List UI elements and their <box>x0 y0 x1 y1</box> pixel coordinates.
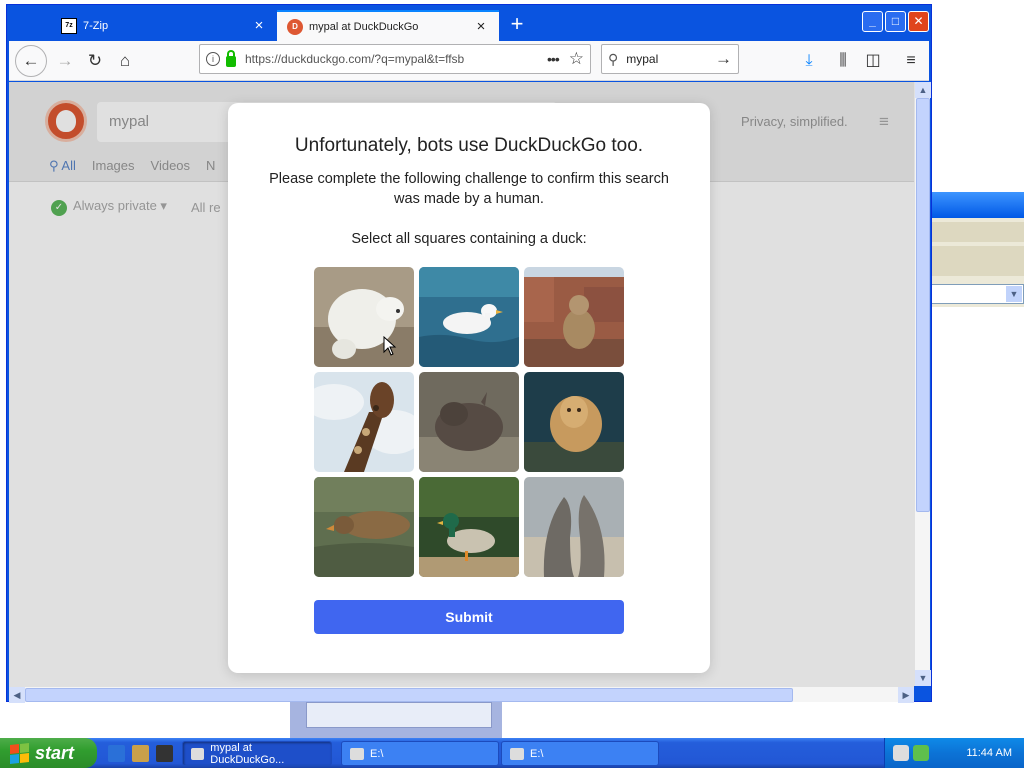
vertical-scrollbar[interactable]: ▲ ▼ <box>914 82 931 686</box>
mouse-cursor-icon <box>383 336 397 356</box>
captcha-image-grid <box>314 267 624 577</box>
captcha-image-white-duck[interactable] <box>419 267 519 367</box>
media-quicklaunch-icon[interactable] <box>156 745 173 762</box>
maximize-button[interactable]: □ <box>885 11 906 32</box>
tab-label: mypal at DuckDuckGo <box>309 20 419 33</box>
browser-icon <box>191 747 205 760</box>
scroll-thumb[interactable] <box>916 98 930 512</box>
minimize-button[interactable]: _ <box>862 11 883 32</box>
taskbar-item-explorer[interactable]: E:\ <box>501 741 659 766</box>
browser-search-bar[interactable]: ⚲ mypal → <box>601 44 739 74</box>
url-text[interactable]: https://duckduckgo.com/?q=mypal&t=ffsb <box>245 52 541 66</box>
home-button[interactable]: ⌂ <box>111 47 139 75</box>
horizontal-scrollbar[interactable]: ◀ ▶ <box>9 686 914 703</box>
captcha-image-lioness[interactable] <box>524 372 624 472</box>
more-actions-icon[interactable]: ••• <box>547 51 560 67</box>
arrow-right-icon[interactable]: → <box>715 49 732 69</box>
windows-flag-icon <box>10 742 29 764</box>
scroll-up-icon[interactable]: ▲ <box>915 82 931 98</box>
captcha-image-polar-bear[interactable] <box>314 267 414 367</box>
captcha-description: Please complete the following challenge … <box>269 171 669 207</box>
captcha-image-giraffe[interactable] <box>314 372 414 472</box>
scroll-thumb[interactable] <box>25 688 793 702</box>
tab-bar: 7z 7-Zip × D mypal at DuckDuckGo × + _ □… <box>9 7 929 41</box>
7zip-icon: 7z <box>61 17 77 34</box>
tab-7zip[interactable]: 7z 7-Zip × <box>51 10 277 41</box>
tray-icon[interactable] <box>913 745 929 761</box>
background-window-toolbar <box>931 222 1024 242</box>
taskbar-item-explorer[interactable]: E:\ <box>341 741 499 766</box>
background-window: ▼ <box>930 192 1024 307</box>
library-icon[interactable]: ⫼ <box>829 47 857 75</box>
close-tab-icon[interactable]: × <box>251 17 267 34</box>
background-window-frame <box>290 700 502 738</box>
quicklaunch-icon[interactable] <box>132 745 149 762</box>
scroll-down-icon[interactable]: ▼ <box>915 670 931 686</box>
system-tray: 11:44 AM <box>884 738 1024 768</box>
reload-button[interactable]: ↻ <box>81 47 109 75</box>
hamburger-menu-icon[interactable]: ≡ <box>897 47 925 75</box>
background-window-panel <box>931 246 1024 276</box>
drive-icon <box>510 747 524 760</box>
captcha-instruction: Select all squares containing a duck: <box>351 231 587 247</box>
navigation-toolbar: ← → ↻ ⌂ i https://duckduckgo.com/?q=mypa… <box>9 41 929 81</box>
captcha-image-monkey[interactable] <box>524 267 624 367</box>
captcha-image-sea-lions[interactable] <box>524 477 624 577</box>
search-icon: ⚲ <box>608 50 619 67</box>
download-icon[interactable]: ⤓ <box>795 47 823 75</box>
search-value[interactable]: mypal <box>626 52 715 66</box>
url-bar[interactable]: i https://duckduckgo.com/?q=mypal&t=ffsb… <box>199 44 591 74</box>
close-window-button[interactable]: ✕ <box>908 11 929 32</box>
sidebar-icon[interactable]: ◫ <box>859 47 887 75</box>
tab-label: 7-Zip <box>83 19 109 32</box>
ie-quicklaunch-icon[interactable] <box>108 745 125 762</box>
lock-icon[interactable] <box>226 49 236 67</box>
captcha-image-rhino-calf[interactable] <box>419 372 519 472</box>
duckduckgo-icon: D <box>287 18 303 35</box>
submit-button[interactable]: Submit <box>314 600 624 634</box>
captcha-image-mallard-duck[interactable] <box>419 477 519 577</box>
background-window-titlebar <box>931 192 1024 218</box>
captcha-title: Unfortunately, bots use DuckDuckGo too. <box>294 135 644 156</box>
start-button[interactable]: start <box>0 738 97 768</box>
clock: 11:44 AM <box>966 747 1012 759</box>
captcha-image-brown-duck[interactable] <box>314 477 414 577</box>
captcha-dialog: Unfortunately, bots use DuckDuckGo too. … <box>228 103 710 673</box>
taskbar: start mypal at DuckDuckGo... E:\ E:\ 11:… <box>0 738 1024 768</box>
tray-icon[interactable] <box>893 745 909 761</box>
back-button[interactable]: ← <box>15 45 47 77</box>
close-tab-icon[interactable]: × <box>473 18 489 35</box>
scroll-left-icon[interactable]: ◀ <box>9 687 25 703</box>
forward-button[interactable]: → <box>51 47 79 75</box>
background-window-dropdown[interactable]: ▼ <box>931 284 1024 304</box>
new-tab-button[interactable]: + <box>505 13 529 37</box>
info-icon[interactable]: i <box>206 52 220 66</box>
drive-icon <box>350 747 364 760</box>
bookmark-star-icon[interactable]: ☆ <box>569 49 584 69</box>
taskbar-item-browser[interactable]: mypal at DuckDuckGo... <box>182 741 332 766</box>
scroll-right-icon[interactable]: ▶ <box>898 687 914 703</box>
tab-duckduckgo[interactable]: D mypal at DuckDuckGo × <box>277 10 499 41</box>
chevron-down-icon[interactable]: ▼ <box>1006 286 1022 302</box>
